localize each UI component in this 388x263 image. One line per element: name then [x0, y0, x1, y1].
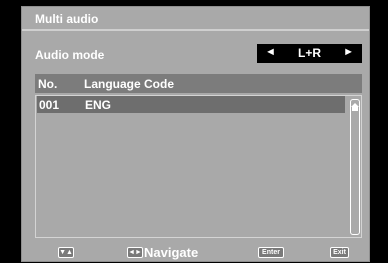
language-table-header: No. Language Code: [35, 74, 362, 93]
up-down-button-icon[interactable]: ▼▲: [58, 247, 74, 258]
enter-button[interactable]: Enter: [258, 247, 284, 258]
multi-audio-panel: Multi audio Audio mode ◄ L+R ► No. Langu…: [21, 6, 370, 262]
column-header-no: No.: [38, 77, 58, 91]
language-list: 001 ENG: [35, 95, 362, 238]
scrollbar-thumb-icon[interactable]: [350, 102, 360, 112]
panel-title: Multi audio: [35, 12, 99, 26]
left-right-button-icon[interactable]: ◄►: [127, 247, 143, 258]
exit-button[interactable]: Exit: [330, 247, 349, 258]
row-number: 001: [39, 98, 60, 112]
column-header-language-code: Language Code: [84, 77, 175, 91]
scrollbar[interactable]: [350, 99, 360, 235]
audio-mode-selector[interactable]: ◄ L+R ►: [257, 44, 362, 63]
title-divider: [22, 29, 369, 31]
navigate-label: Navigate: [144, 245, 199, 260]
audio-mode-row[interactable]: Audio mode ◄ L+R ►: [22, 42, 369, 66]
audio-mode-label: Audio mode: [35, 48, 105, 62]
list-item[interactable]: 001 ENG: [37, 96, 345, 113]
footer-hint-bar: ▼▲ ◄► Navigate Enter Exit: [22, 243, 369, 262]
row-language-code: ENG: [85, 98, 112, 112]
right-arrow-icon[interactable]: ►: [343, 46, 354, 58]
